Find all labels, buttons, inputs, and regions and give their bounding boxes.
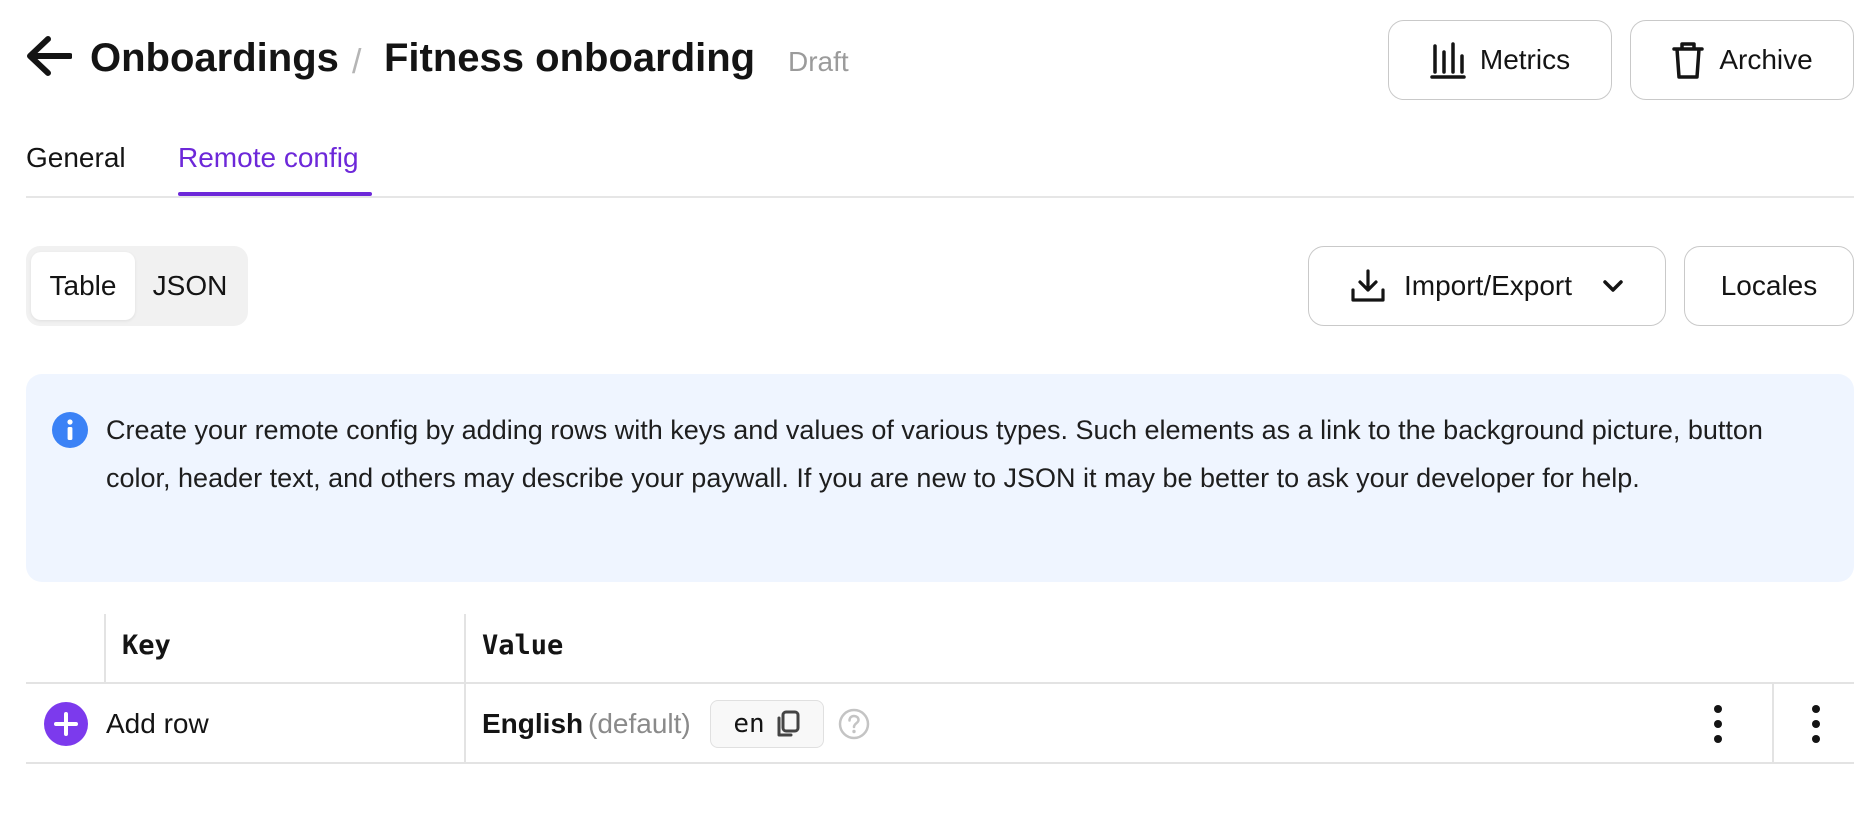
breadcrumb-separator: / xyxy=(352,43,362,81)
row-menu-button[interactable] xyxy=(1800,702,1832,746)
metrics-label: Metrics xyxy=(1479,44,1571,75)
status-badge: Draft xyxy=(788,46,849,77)
tab-remote-config[interactable]: Remote config xyxy=(178,140,359,176)
locale-code-chip[interactable]: en xyxy=(710,700,824,748)
bar-chart-icon xyxy=(1430,42,1466,79)
column-divider xyxy=(1772,684,1774,762)
plus-circle-icon xyxy=(44,702,88,746)
import-export-label: Import/Export xyxy=(1403,270,1573,301)
trash-icon xyxy=(1672,42,1705,79)
more-vertical-icon xyxy=(1714,705,1722,743)
view-toggle: Table JSON xyxy=(26,246,248,326)
info-banner-text: Create your remote config by adding rows… xyxy=(106,415,1763,493)
add-row-button[interactable] xyxy=(44,702,88,746)
key-column-header: Key xyxy=(122,630,171,661)
help-icon[interactable] xyxy=(838,708,870,740)
table-view-option[interactable]: Table xyxy=(31,252,135,320)
metrics-button[interactable]: Metrics xyxy=(1388,20,1612,100)
download-icon xyxy=(1351,269,1385,302)
archive-label: Archive xyxy=(1719,44,1813,75)
breadcrumb-onboardings[interactable]: Onboardings xyxy=(90,36,339,80)
json-view-option[interactable]: JSON xyxy=(138,252,242,320)
archive-button[interactable]: Archive xyxy=(1630,20,1854,100)
info-icon xyxy=(52,412,88,448)
active-tab-indicator xyxy=(178,192,372,196)
page-title: Fitness onboarding xyxy=(384,36,756,80)
locales-button[interactable]: Locales xyxy=(1684,246,1854,326)
add-row-label[interactable]: Add row xyxy=(106,706,209,742)
back-button[interactable] xyxy=(22,30,74,82)
more-vertical-icon xyxy=(1812,705,1820,743)
column-divider xyxy=(104,614,106,682)
tabs-divider xyxy=(26,196,1854,198)
locale-default-label: (default) xyxy=(588,708,691,739)
locale-code: en xyxy=(733,709,765,739)
column-menu-button[interactable] xyxy=(1702,702,1734,746)
header-divider xyxy=(26,682,1854,684)
tab-general[interactable]: General xyxy=(26,140,126,176)
copy-icon xyxy=(777,710,800,737)
arrow-left-icon xyxy=(27,36,72,76)
import-export-button[interactable]: Import/Export xyxy=(1308,246,1666,326)
value-column-header: Value xyxy=(482,630,564,661)
row-divider xyxy=(26,762,1854,764)
chevron-down-icon xyxy=(1603,280,1623,292)
locales-label: Locales xyxy=(1720,270,1818,301)
column-divider xyxy=(464,614,466,762)
locale-name: English xyxy=(482,708,584,739)
